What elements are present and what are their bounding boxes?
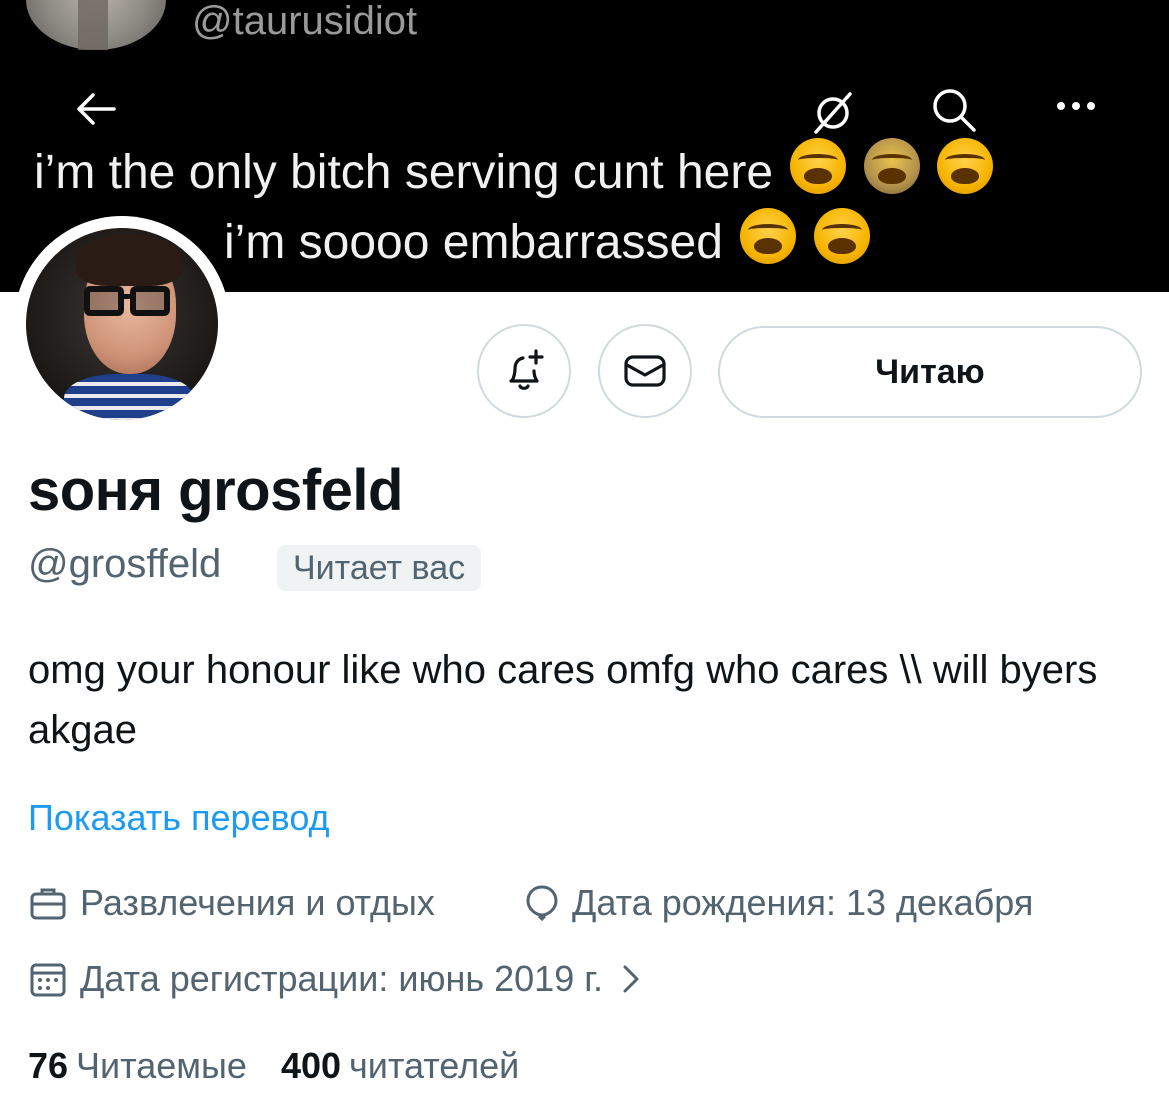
profile-name: soня grosfeld — [28, 458, 403, 523]
notifications-button[interactable] — [477, 324, 571, 418]
balloon-icon — [526, 885, 558, 922]
crying-emoji — [863, 138, 920, 194]
more-icon[interactable] — [1055, 96, 1097, 116]
crying-emoji — [937, 138, 994, 194]
followers-count: 400 — [280, 1045, 342, 1086]
category-text: Развлечения и отдых — [80, 882, 435, 923]
profile-category: Развлечения и отдых — [28, 880, 435, 926]
show-translation-link[interactable]: Показать перевод — [28, 794, 330, 842]
follows-you-badge: Читает вас — [277, 545, 482, 591]
profile-joined[interactable]: Дата регистрации: июнь 2019 г. — [28, 956, 657, 1002]
followers-stat[interactable]: 400 читателей — [281, 1042, 519, 1090]
profile-birthday: Дата рождения: 13 декабря — [524, 880, 1033, 926]
followers-label: читателей — [349, 1045, 520, 1086]
banner-tweet-line-2: i’m soooo embarrassed — [224, 208, 870, 271]
bell-plus-icon — [509, 349, 544, 390]
briefcase-icon — [30, 888, 66, 920]
crying-emoji — [740, 208, 797, 264]
profile-bio: omg your honour like who cares omfg who … — [28, 648, 1098, 752]
banner-tweet-line-1: i’m the only bitch serving cunt here — [34, 138, 994, 201]
following-label: Читаемые — [76, 1045, 247, 1086]
profile-handle: @grosffeld — [28, 542, 222, 586]
banner-tweet-text-1: i’m the only bitch serving cunt here — [34, 146, 774, 199]
search-icon[interactable] — [930, 86, 978, 134]
following-stat[interactable]: 76 Читаемые — [28, 1042, 247, 1090]
grok-icon[interactable] — [810, 90, 856, 136]
crying-emoji — [813, 208, 870, 264]
banner-tweet-text-2: i’m soooo embarrassed — [224, 216, 723, 269]
banner-tweet-handle: @taurusidiot — [192, 0, 418, 43]
chevron-right-icon — [623, 965, 639, 993]
following-count: 76 — [28, 1045, 69, 1086]
banner-tweet-avatar — [26, 0, 166, 50]
back-arrow-icon[interactable] — [76, 92, 116, 126]
profile-stats: 76 Читаемые 400 читателей — [28, 1042, 519, 1090]
avatar-image — [26, 228, 218, 420]
joined-text: Дата регистрации: июнь 2019 г. — [80, 958, 603, 999]
envelope-icon — [624, 355, 666, 387]
profile-avatar[interactable] — [14, 216, 230, 432]
birthday-text: Дата рождения: 13 декабря — [572, 882, 1034, 923]
calendar-icon — [30, 963, 66, 997]
crying-emoji — [790, 138, 847, 194]
message-button[interactable] — [598, 324, 692, 418]
following-button[interactable]: Читаю — [718, 326, 1142, 418]
